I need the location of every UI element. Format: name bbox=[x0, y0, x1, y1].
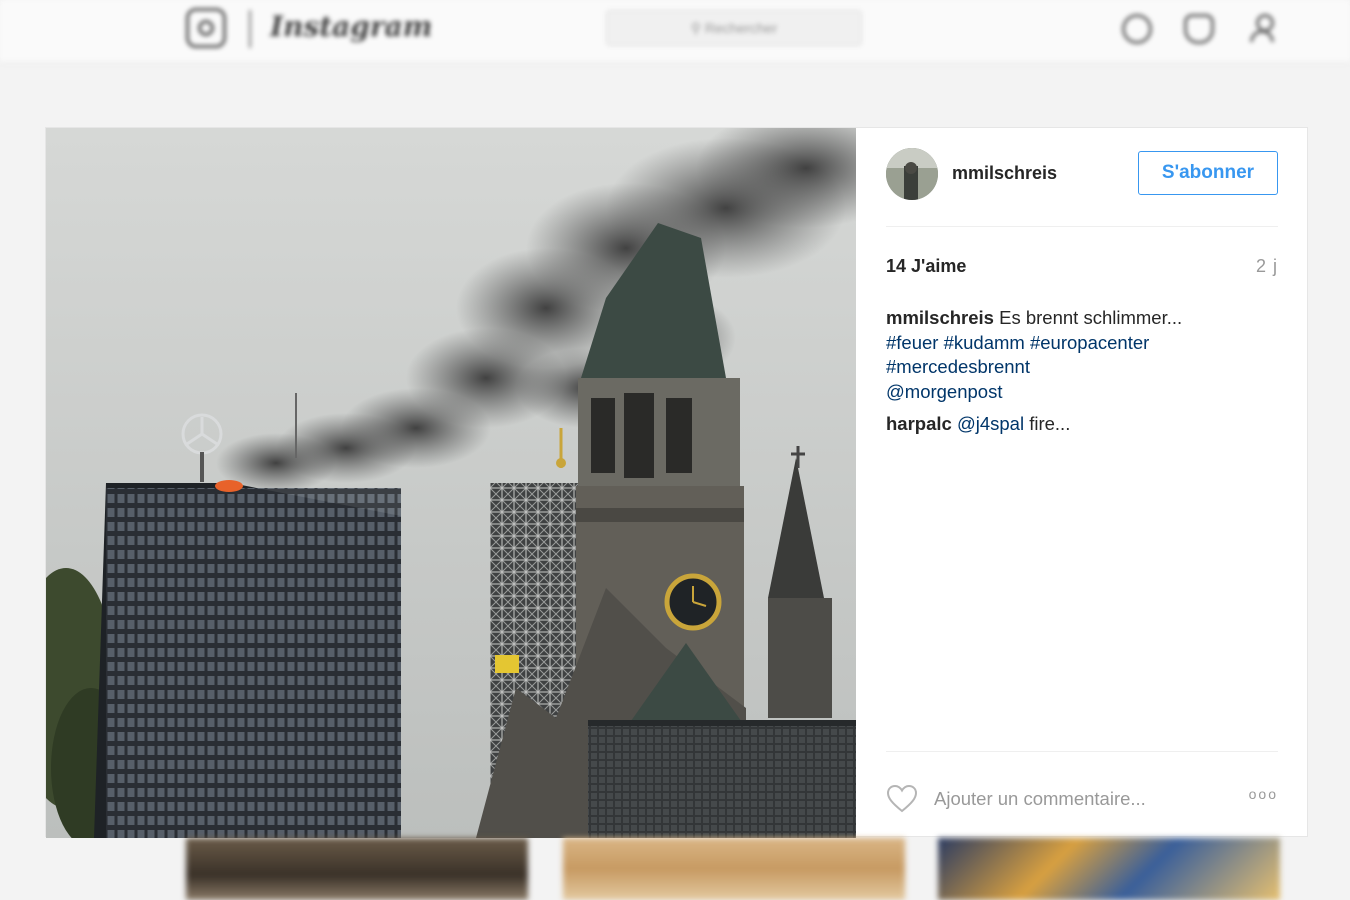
grid-thumbnail[interactable] bbox=[563, 838, 905, 900]
grid-thumbnail[interactable] bbox=[938, 838, 1280, 900]
heart-icon[interactable] bbox=[1184, 14, 1214, 44]
comment-bar: ooo bbox=[886, 751, 1278, 837]
post-username[interactable]: mmilschreis bbox=[952, 163, 1057, 184]
instagram-camera-icon[interactable] bbox=[186, 8, 226, 48]
avatar[interactable] bbox=[886, 148, 938, 200]
compass-icon[interactable] bbox=[1122, 14, 1152, 44]
top-navigation-bar: Instagram ⚲ Rechercher bbox=[0, 0, 1350, 63]
mention-link[interactable]: @morgenpost bbox=[886, 381, 1002, 402]
hashtag-link[interactable]: #kudamm bbox=[944, 332, 1025, 353]
post-timestamp[interactable]: 2 j bbox=[1256, 256, 1278, 277]
post-header: mmilschreis S'abonner bbox=[886, 144, 1278, 227]
post-caption: mmilschreis Es brennt schlimmer... #feue… bbox=[886, 306, 1246, 404]
avatar-image bbox=[886, 148, 938, 200]
search-placeholder: Rechercher bbox=[704, 20, 778, 36]
comment-username[interactable]: harpalc bbox=[886, 413, 952, 434]
comment-item: harpalc @j4spal fire... bbox=[886, 412, 1070, 436]
post-card: mmilschreis S'abonner 14 J'aime 2 j mmil… bbox=[45, 127, 1308, 838]
mention-link[interactable]: @j4spal bbox=[957, 413, 1024, 434]
caption-text: Es brennt schlimmer... bbox=[999, 307, 1183, 328]
add-comment-input[interactable] bbox=[932, 778, 1226, 820]
logo-divider bbox=[249, 10, 251, 48]
like-heart-icon[interactable] bbox=[886, 784, 918, 814]
hashtag-link[interactable]: #europacenter bbox=[1030, 332, 1149, 353]
likes-count[interactable]: 14 J'aime bbox=[886, 256, 966, 277]
profile-icon[interactable] bbox=[1248, 14, 1278, 44]
comment-text: fire... bbox=[1029, 413, 1071, 434]
hashtag-link[interactable]: #mercedesbrennt bbox=[886, 356, 1030, 377]
search-input[interactable]: ⚲ Rechercher bbox=[606, 10, 862, 46]
follow-button[interactable]: S'abonner bbox=[1138, 151, 1278, 195]
hashtag-link[interactable]: #feuer bbox=[886, 332, 938, 353]
post-side-panel: mmilschreis S'abonner 14 J'aime 2 j mmil… bbox=[856, 128, 1308, 836]
more-options-icon[interactable]: ooo bbox=[1242, 786, 1278, 810]
caption-username[interactable]: mmilschreis bbox=[886, 307, 994, 328]
search-icon: ⚲ bbox=[690, 20, 701, 36]
grid-thumbnail[interactable] bbox=[186, 838, 528, 900]
post-photo[interactable] bbox=[46, 128, 856, 838]
instagram-wordmark[interactable]: Instagram bbox=[270, 10, 432, 43]
photo-illustration bbox=[46, 128, 856, 838]
